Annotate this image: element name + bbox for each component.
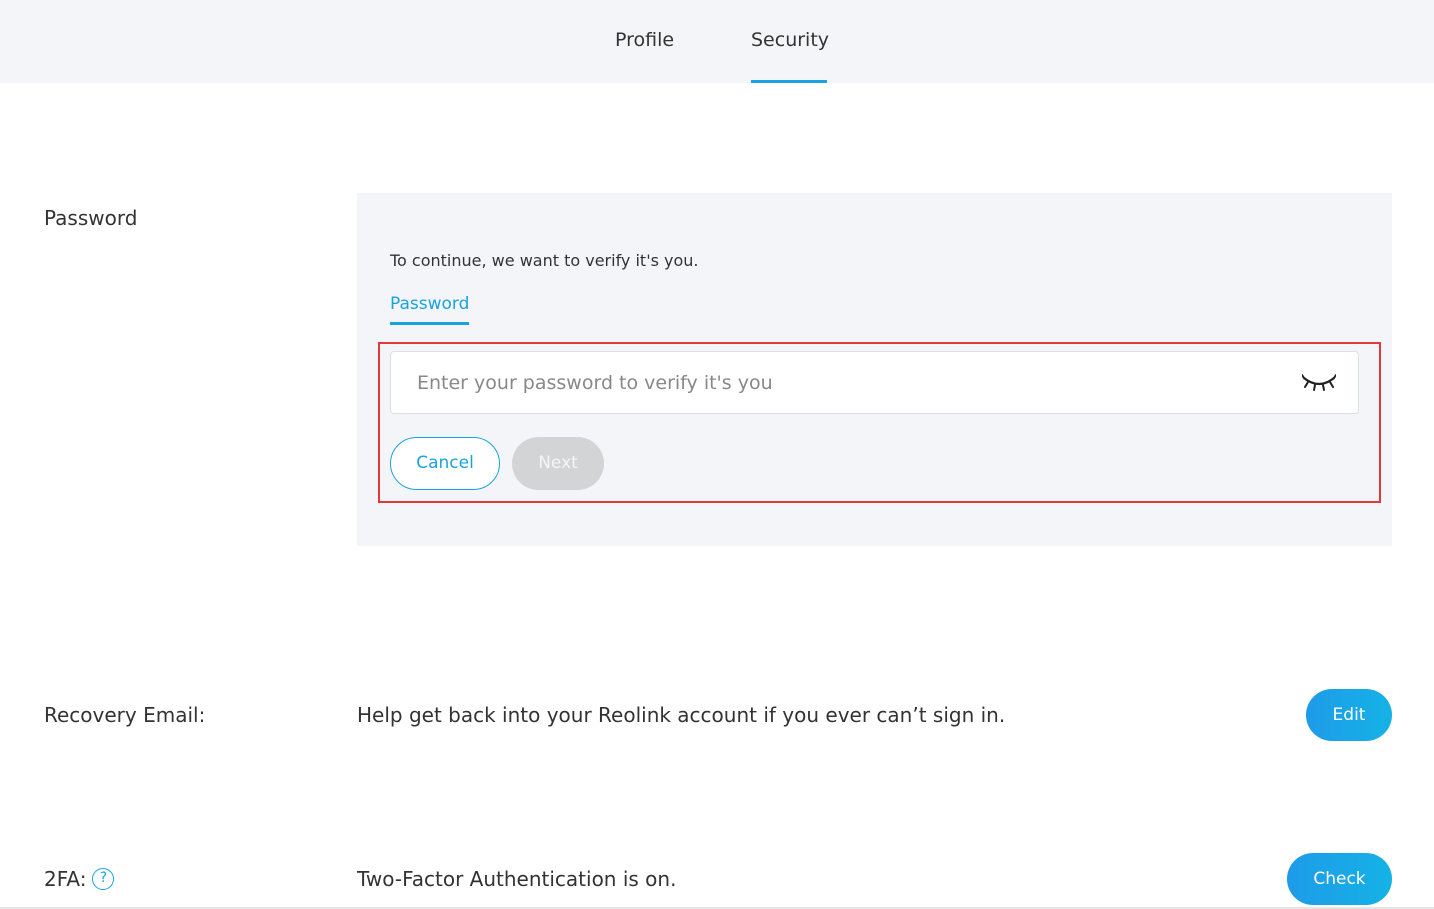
recovery-email-description: Help get back into your Reolink account …: [357, 703, 1006, 727]
edit-recovery-email-button[interactable]: Edit: [1306, 689, 1392, 741]
question-circle-icon[interactable]: ?: [92, 868, 115, 890]
password-row-label: Password: [44, 206, 138, 230]
next-button[interactable]: Next: [512, 437, 604, 490]
verify-message: To continue, we want to verify it's you.: [390, 251, 699, 270]
recovery-email-label: Recovery Email:: [44, 703, 206, 727]
password-subtab[interactable]: Password: [390, 294, 470, 325]
eye-closed-icon[interactable]: [1301, 372, 1337, 394]
two-fa-label-group: 2FA: ?: [44, 867, 115, 891]
two-fa-description: Two-Factor Authentication is on.: [357, 867, 677, 891]
cancel-button[interactable]: Cancel: [390, 437, 500, 490]
password-verify-panel: To continue, we want to verify it's you.…: [357, 193, 1392, 546]
two-fa-label: 2FA:: [44, 867, 87, 891]
password-input[interactable]: [391, 352, 1358, 413]
password-input-wrapper: [390, 351, 1359, 414]
tab-profile[interactable]: Profile: [615, 0, 677, 83]
top-nav: Profile Security: [0, 0, 1434, 83]
tab-security[interactable]: Security: [751, 0, 829, 83]
check-2fa-button[interactable]: Check: [1287, 853, 1392, 905]
